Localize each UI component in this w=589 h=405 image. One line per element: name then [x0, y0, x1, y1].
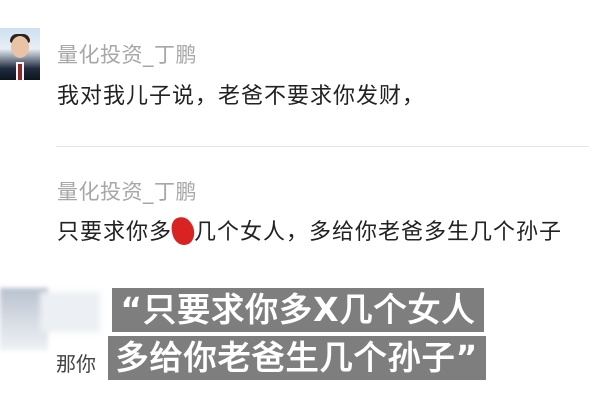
comment-username[interactable]: 量化投资_丁鹏 [57, 176, 197, 206]
comment-text: 只要求你多 几个女人，多给你老爸多生几个孙子 [57, 214, 563, 247]
subtitle-line-1: “只要求你多X几个女人 [112, 288, 484, 332]
comment-username[interactable]: 量化投资_丁鹏 [57, 39, 197, 69]
avatar-tie [18, 64, 22, 80]
commenter-avatar[interactable] [0, 28, 40, 80]
subtitle-line-2: 多给你老爸生几个孙子” [108, 336, 486, 380]
avatar-face [11, 36, 29, 58]
blurred-area [40, 292, 100, 332]
redaction-mark [170, 215, 196, 247]
comment-text-before: 只要求你多 [57, 220, 173, 245]
comment-text: 我对我儿子说，老爸不要求你发财， [57, 84, 426, 109]
partial-comment-text: 那你 [56, 352, 96, 376]
comment-text-after: 几个女人，多给你老爸多生几个孙子 [194, 220, 563, 245]
comment-divider [56, 146, 589, 147]
